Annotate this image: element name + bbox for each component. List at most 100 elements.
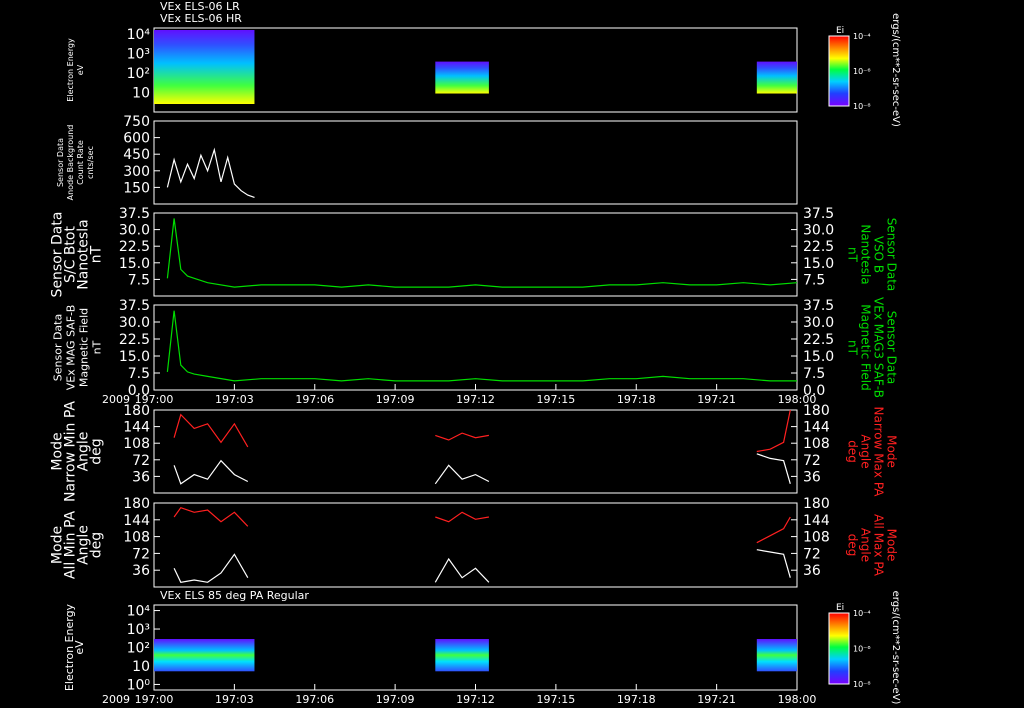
y-tick-label-right: 7.5 [803, 272, 825, 288]
y-tick-label: 36 [132, 563, 150, 579]
y-tick-label-right: 72 [803, 453, 821, 469]
x-tick-label: 197:00 [135, 693, 174, 706]
x-tick-label: 197:03 [215, 693, 254, 706]
y-axis-label: Magnetic Field [78, 308, 91, 387]
x-axis-year: 2009 [102, 693, 130, 706]
x-tick-label: 197:00 [135, 393, 174, 406]
y-axis-label-right: VSO B [872, 236, 886, 273]
x-tick-label: 197:06 [295, 393, 334, 406]
y-tick-label: 144 [123, 513, 150, 529]
series-line [173, 459, 249, 485]
y-axis-label-right: Narrow Max PA [872, 407, 886, 498]
y-tick-label: 72 [132, 546, 150, 562]
y-tick-label: 15.0 [119, 349, 150, 365]
y-tick-label: 36 [132, 469, 150, 485]
y-axis-label-right: Magnetic Field [859, 304, 873, 390]
y-axis-label: deg [89, 438, 105, 464]
y-tick-label: 750 [123, 114, 150, 130]
colorbar-unit-label: ergs/(cm**2-sr-sec-eV) [890, 13, 901, 127]
spectrogram-block [756, 61, 797, 94]
x-tick-label: 197:15 [537, 693, 576, 706]
y-axis-label: eV [73, 640, 86, 655]
colorbar [828, 35, 850, 107]
y-axis-label: Sensor Data [52, 314, 65, 381]
y-tick-label-right: 22.5 [803, 332, 834, 348]
series-line [173, 506, 249, 527]
y-tick-label: 22.5 [119, 239, 150, 255]
y-tick-label: 10⁴ [127, 27, 151, 43]
y-axis-label: Electron Energy [66, 38, 75, 102]
x-tick-label: 197:12 [456, 393, 495, 406]
colorbar-tick-label: 10⁻⁶ [853, 645, 871, 654]
y-tick-label: 37.5 [119, 206, 150, 222]
y-axis-label-right: Angle [859, 528, 873, 562]
y-axis-label: nT [89, 245, 105, 263]
colorbar-tick-label: 10⁻⁴ [853, 32, 871, 41]
y-tick-label: 300 [123, 164, 150, 180]
y-axis-label-right: Mode [885, 529, 899, 562]
y-axis-label-right: deg [846, 534, 860, 557]
series-line [173, 553, 249, 583]
x-tick-label: 198:00 [778, 693, 817, 706]
panel-frame [153, 120, 798, 205]
y-tick-label-right: 37.5 [803, 298, 834, 314]
y-tick-label: 450 [123, 147, 150, 163]
x-tick-label: 197:12 [456, 693, 495, 706]
x-tick-label: 197:18 [617, 693, 656, 706]
y-tick-label: 10² [127, 66, 150, 82]
y-axis-label: Sensor Data [56, 138, 65, 187]
series-line [435, 511, 490, 523]
y-tick-label-right: 37.5 [803, 206, 834, 222]
series-line [756, 516, 791, 544]
y-axis-label-right: nT [846, 340, 860, 356]
series-line [756, 549, 791, 578]
x-tick-label: 197:03 [215, 393, 254, 406]
colorbar-tick-label: 10⁻⁸ [853, 680, 871, 689]
y-axis-label: deg [89, 532, 105, 558]
y-tick-label: 10³ [127, 46, 150, 62]
x-tick-label: 197:21 [697, 393, 736, 406]
y-tick-label-right: 108 [803, 530, 830, 546]
y-tick-label: 108 [123, 436, 150, 452]
y-tick-label: 7.5 [128, 272, 150, 288]
x-axis-year: 2009 [102, 393, 130, 406]
y-tick-label: 10⁴ [127, 604, 151, 620]
y-tick-label: 180 [123, 496, 150, 512]
y-tick-label-right: 72 [803, 546, 821, 562]
y-tick-label: 10 [132, 659, 150, 675]
colorbar-tick-label: 10⁻⁸ [853, 102, 871, 111]
series-line [756, 453, 791, 484]
y-axis-label: cnts/sec [86, 146, 95, 179]
x-tick-label: 197:18 [617, 393, 656, 406]
panel-frame [153, 502, 798, 588]
y-axis-label-right: Angle [859, 434, 873, 468]
series-line [434, 557, 490, 583]
y-tick-label-right: 144 [803, 420, 830, 436]
colorbar [828, 612, 850, 685]
y-tick-label: 30.0 [119, 223, 150, 239]
y-axis-label-right: VEx MAG3 SAF-B [872, 297, 886, 398]
series-line [435, 432, 490, 441]
y-axis-label: VEx MAG SAF-B [65, 305, 78, 391]
y-tick-label-right: 15.0 [803, 349, 834, 365]
spectrogram-block [435, 61, 489, 94]
y-tick-label: 15.0 [119, 256, 150, 272]
colorbar-title: Ei [836, 26, 844, 36]
y-tick-label-right: 180 [803, 496, 830, 512]
y-tick-label-right: 144 [803, 513, 830, 529]
y-axis-label-right: Sensor Data [885, 311, 899, 385]
y-tick-label: 72 [132, 453, 150, 469]
y-tick-label-right: 108 [803, 436, 830, 452]
colorbar-tick-label: 10⁻⁶ [853, 67, 871, 76]
series-line [756, 409, 791, 453]
y-tick-label-right: 7.5 [803, 366, 825, 382]
x-tick-label: 197:06 [295, 693, 334, 706]
x-tick-label: 197:09 [376, 693, 415, 706]
colorbar-title: Ei [836, 603, 844, 613]
x-tick-label: 198:00 [778, 393, 817, 406]
spectrogram-block [435, 639, 489, 672]
y-axis-label-right: All Max PA [872, 514, 886, 577]
y-tick-label: 10⁰ [127, 677, 151, 693]
panel-frame [153, 212, 798, 297]
y-axis-label: Count Rate [76, 140, 85, 185]
